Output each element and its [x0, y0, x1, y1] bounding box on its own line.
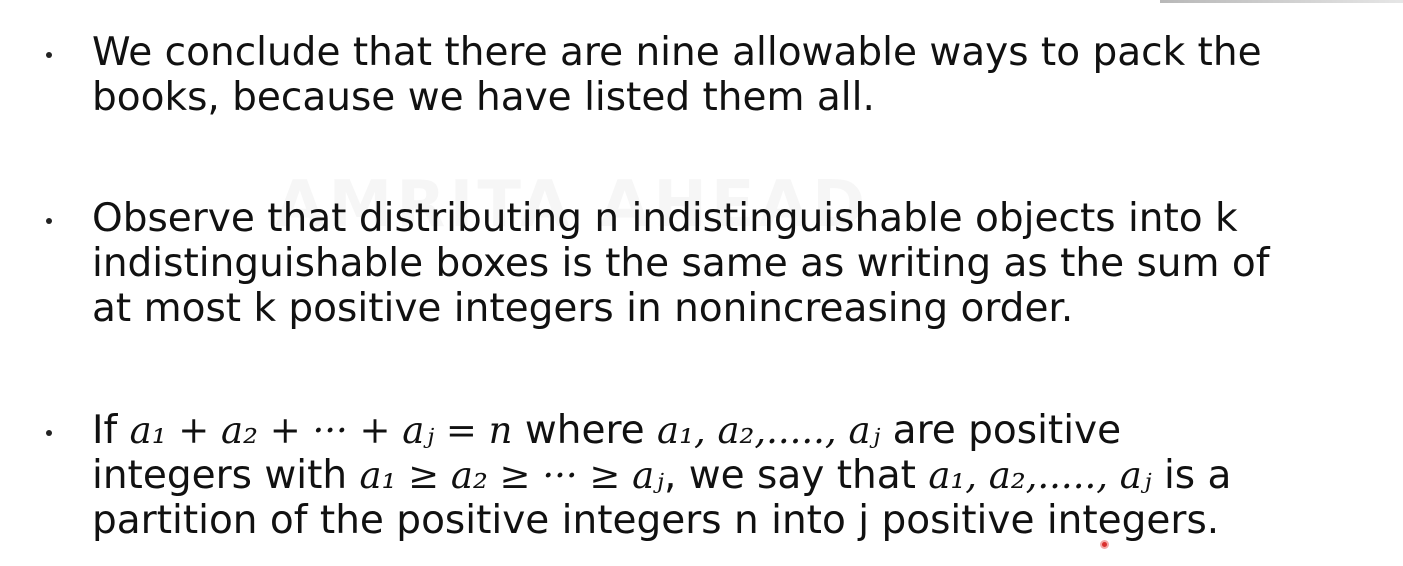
term-list: a₁, a₂,....., aⱼ	[928, 454, 1152, 497]
text-line: books, because we have listed them all.	[92, 75, 875, 120]
inequality-chain: a₁ ≥ a₂ ≥ ··· ≥ aⱼ	[359, 454, 664, 497]
bullet-dot-icon	[46, 52, 52, 58]
text-line: partition of the positive integers n int…	[92, 498, 1220, 543]
text-fragment: are positive	[880, 408, 1122, 453]
text-line: at most k positive integers in nonincrea…	[92, 286, 1074, 331]
text-fragment: integers with	[92, 453, 360, 498]
bullet-text-2: Observe that distributing n indistinguis…	[92, 196, 1372, 331]
text-fragment: is a	[1151, 453, 1232, 498]
top-edge-bar	[1160, 0, 1403, 3]
bullet-text-1: We conclude that there are nine allowabl…	[92, 30, 1372, 120]
text-fragment: , we say that	[663, 453, 929, 498]
text-fragment: where	[512, 408, 658, 453]
text-line: We conclude that there are nine allowabl…	[92, 30, 1262, 75]
laser-pointer-icon	[1100, 540, 1109, 549]
text-line: indistinguishable boxes is the same as w…	[92, 241, 1270, 286]
sum-equation: a₁ + a₂ + ··· + aⱼ = n	[129, 409, 513, 452]
bullet-text-3: If a₁ + a₂ + ··· + aⱼ = n where a₁, a₂,.…	[92, 408, 1372, 543]
term-list: a₁, a₂,....., aⱼ	[657, 409, 881, 452]
text-line: integers with a₁ ≥ a₂ ≥ ··· ≥ aⱼ, we say…	[92, 453, 1372, 498]
bullet-dot-icon	[46, 430, 52, 436]
text-line: Observe that distributing n indistinguis…	[92, 196, 1238, 241]
text-fragment: If	[92, 408, 130, 453]
text-line: If a₁ + a₂ + ··· + aⱼ = n where a₁, a₂,.…	[92, 408, 1372, 453]
bullet-dot-icon	[46, 218, 52, 224]
